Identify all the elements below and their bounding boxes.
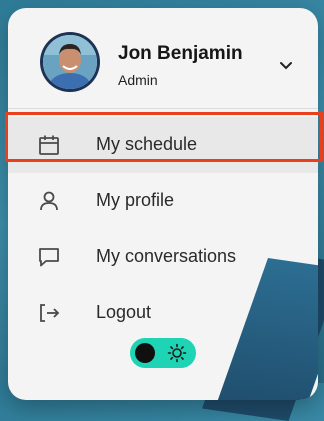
avatar-portrait-icon xyxy=(43,35,97,89)
theme-toggle[interactable] xyxy=(130,338,196,368)
user-icon xyxy=(40,191,58,211)
menu-item-my-conversations[interactable]: My conversations xyxy=(8,229,318,285)
menu-item-label: My profile xyxy=(96,190,175,210)
chat-bubble-icon xyxy=(39,248,59,267)
chevron-down-icon[interactable] xyxy=(278,60,294,72)
menu-item-logout[interactable]: Logout xyxy=(8,285,318,341)
sun-icon xyxy=(167,343,187,363)
menu-item-my-schedule[interactable]: My schedule xyxy=(8,117,318,173)
avatar[interactable] xyxy=(43,35,97,89)
menu-item-my-profile[interactable]: My profile xyxy=(8,173,318,229)
menu-item-label: My conversations xyxy=(96,246,237,266)
user-header: Jon Benjamin Admin xyxy=(8,8,318,108)
user-name: Jon Benjamin xyxy=(118,43,243,64)
calendar-icon xyxy=(39,135,59,155)
dark-mode-knob xyxy=(135,343,155,363)
header-divider xyxy=(8,108,318,109)
menu-item-label: Logout xyxy=(96,302,152,322)
menu-item-label: My schedule xyxy=(96,134,198,154)
user-role: Admin xyxy=(118,72,158,88)
logout-icon xyxy=(40,304,60,322)
